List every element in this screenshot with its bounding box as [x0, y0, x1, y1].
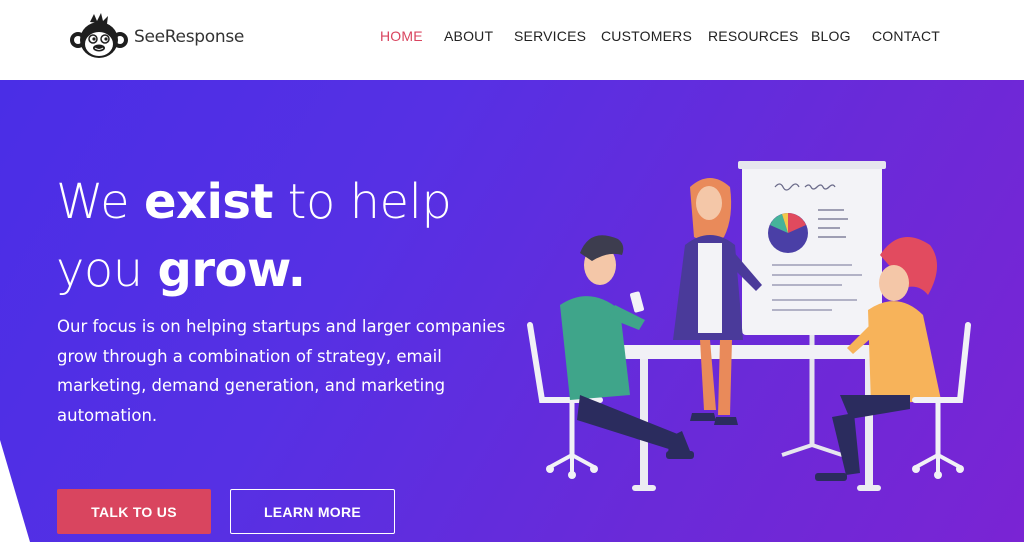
site-header: SeeResponse HOME ABOUT SERVICES CUSTOMER…: [0, 0, 1024, 80]
nav-blog[interactable]: BLOG: [811, 28, 851, 44]
hero-corner-shape: [0, 440, 30, 542]
hero-description: Our focus is on helping startups and lar…: [57, 317, 506, 425]
nav-home[interactable]: HOME: [380, 28, 423, 44]
hero-headline: We exist to help you grow.: [56, 174, 452, 298]
hero-section: We exist to help you grow. Our focus is o…: [0, 80, 1024, 542]
nav-about[interactable]: ABOUT: [444, 28, 493, 44]
nav-contact[interactable]: CONTACT: [872, 28, 940, 44]
nav-customers[interactable]: CUSTOMERS: [601, 28, 692, 44]
nav-resources[interactable]: RESOURCES: [708, 28, 798, 44]
team-meeting-illustration: [520, 155, 990, 505]
talk-to-us-button[interactable]: TALK TO US: [57, 489, 211, 534]
main-nav: HOME ABOUT SERVICES CUSTOMERS RESOURCES …: [0, 28, 1024, 48]
nav-services[interactable]: SERVICES: [514, 28, 586, 44]
learn-more-button[interactable]: LEARN MORE: [230, 489, 395, 534]
